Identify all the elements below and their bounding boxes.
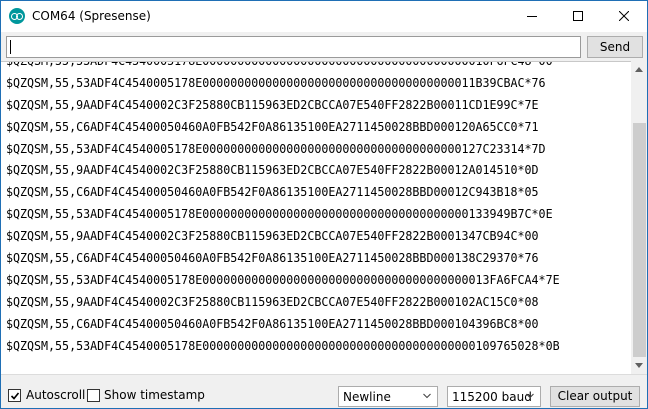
output-line: $QZQSM,55,9AADF4C4540002C3F25880CB115963… [6, 97, 539, 112]
close-button[interactable] [601, 1, 647, 32]
arduino-icon [9, 8, 25, 24]
title-bar: COM64 (Spresense) [1, 1, 647, 32]
send-input[interactable] [6, 36, 581, 58]
output-line: $QZQSM,55,C6ADF4C45400050460A0FB542F0A86… [6, 251, 539, 266]
output-lines: $QZQSM,55,53ADF4C4540005178E000000000000… [6, 61, 586, 357]
output-line: $QZQSM,55,53ADF4C4540005178E000000000000… [6, 75, 546, 90]
window-title: COM64 (Spresense) [32, 9, 151, 23]
autoscroll-checkbox[interactable] [8, 389, 21, 402]
line-ending-select[interactable]: Newline [338, 386, 438, 407]
output-line: $QZQSM,55,53ADF4C4540005178E000000000000… [6, 141, 546, 156]
baud-rate-value: 115200 baud [452, 390, 532, 404]
output-line: $QZQSM,55,C6ADF4C45400050460A0FB542F0A86… [6, 185, 539, 200]
output-scrollbar[interactable] [631, 61, 647, 374]
scroll-up-button[interactable] [631, 61, 647, 78]
chevron-down-icon [423, 393, 431, 399]
status-bar: Autoscroll Show timestamp Newline 115200… [1, 374, 647, 408]
output-line: $QZQSM,55,9AADF4C4540002C3F25880CB115963… [6, 229, 539, 244]
checkmark-icon [10, 392, 20, 400]
minimize-button[interactable] [509, 1, 555, 32]
output-line: $QZQSM,55,53ADF4C4540005178E000000000000… [6, 272, 560, 287]
show-timestamp-checkbox[interactable] [87, 389, 100, 402]
output-line: $QZQSM,55,9AADF4C4540002C3F25880CB115963… [6, 294, 539, 309]
close-icon [619, 11, 629, 21]
clear-output-button[interactable]: Clear output [550, 386, 640, 407]
show-timestamp-label: Show timestamp [104, 388, 205, 402]
serial-monitor-window: COM64 (Spresense) Send $QZQSM,55,53ADF4C… [0, 0, 648, 409]
text-caret [10, 40, 11, 54]
output-line: $QZQSM,55,53ADF4C4540005178E000000000000… [6, 338, 560, 353]
serial-output[interactable]: $QZQSM,55,53ADF4C4540005178E000000000000… [1, 61, 631, 374]
output-line: $QZQSM,55,53ADF4C4540005178E000000000000… [6, 61, 553, 68]
scroll-down-button[interactable] [631, 357, 647, 374]
output-line: $QZQSM,55,C6ADF4C45400050460A0FB542F0A86… [6, 316, 539, 331]
output-line: $QZQSM,55,9AADF4C4540002C3F25880CB115963… [6, 163, 539, 178]
maximize-button[interactable] [555, 1, 601, 32]
output-line: $QZQSM,55,C6ADF4C45400050460A0FB542F0A86… [6, 119, 539, 134]
send-button[interactable]: Send [587, 36, 643, 58]
scroll-thumb[interactable] [633, 123, 646, 357]
output-line: $QZQSM,55,53ADF4C4540005178E000000000000… [6, 207, 553, 222]
chevron-down-icon [526, 393, 534, 399]
baud-rate-select[interactable]: 115200 baud [447, 386, 541, 407]
line-ending-value: Newline [343, 390, 391, 404]
minimize-icon [527, 16, 537, 17]
autoscroll-label: Autoscroll [26, 388, 86, 402]
maximize-icon [573, 11, 583, 21]
